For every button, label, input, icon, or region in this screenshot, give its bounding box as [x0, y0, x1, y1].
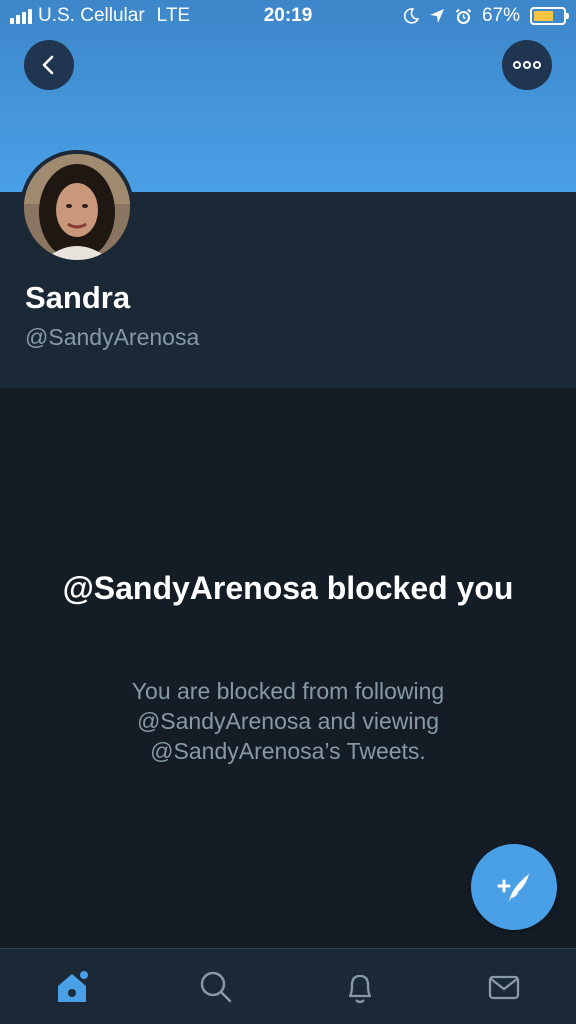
tab-search[interactable]: [144, 949, 288, 1024]
location-arrow-icon: [429, 9, 444, 23]
bottom-tab-bar: [0, 948, 576, 1024]
chevron-left-icon: [42, 55, 54, 75]
notifications-bell-icon: [348, 974, 372, 1003]
compose-tweet-button[interactable]: [471, 844, 557, 930]
search-icon: [200, 971, 232, 1002]
more-options-button[interactable]: [502, 40, 552, 90]
avatar-photo: [24, 154, 130, 260]
moon-icon: [403, 8, 419, 24]
tab-notifications[interactable]: [288, 949, 432, 1024]
status-bar: U.S. Cellular LTE 20:19 67%: [0, 0, 576, 34]
alarm-icon: [455, 8, 472, 24]
messages-envelope-icon: [488, 975, 520, 999]
compose-tweet-icon: [497, 874, 529, 902]
avatar[interactable]: [20, 150, 134, 264]
back-button[interactable]: [24, 40, 74, 90]
tab-home[interactable]: [0, 949, 144, 1024]
blocked-title: @SandyArenosa blocked you: [62, 570, 514, 606]
blocked-description: You are blocked from following @SandyAre…: [131, 678, 445, 764]
more-horizontal-icon: [513, 61, 541, 69]
home-icon: [58, 970, 88, 1002]
battery-icon: [530, 7, 569, 25]
battery-percent: 67%: [481, 5, 520, 26]
profile-name: Sandra: [25, 280, 131, 315]
profile-handle: @SandyArenosa: [25, 324, 200, 350]
tab-messages[interactable]: [432, 949, 576, 1024]
